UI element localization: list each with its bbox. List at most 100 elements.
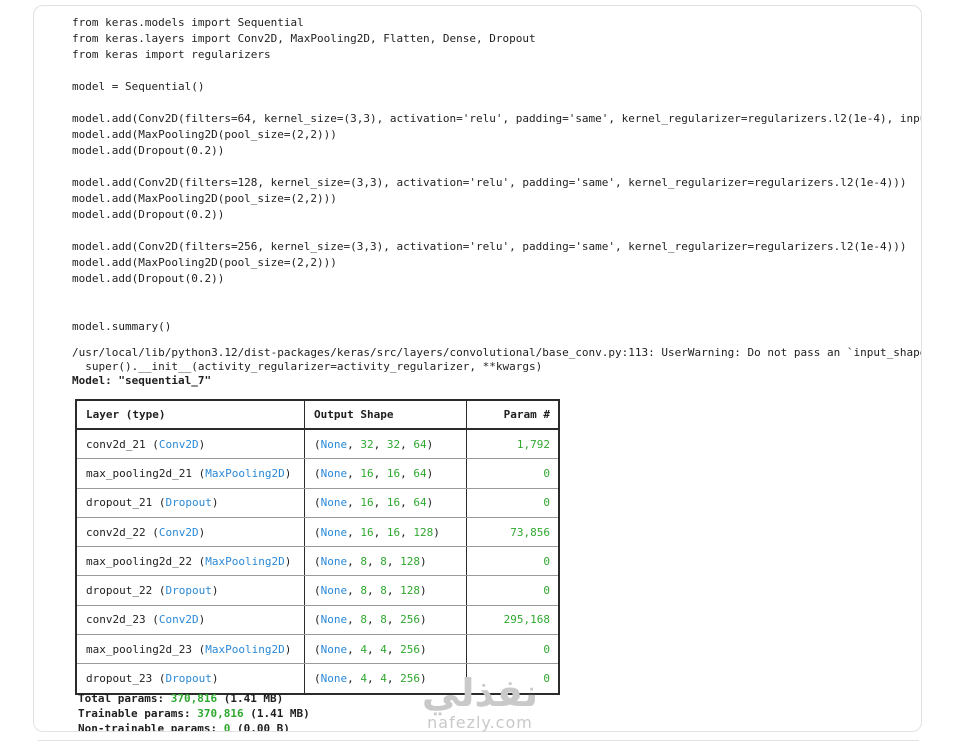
param-count: 0 [543, 554, 550, 568]
none-token: None [320, 437, 348, 451]
layer-type: MaxPooling2D [205, 554, 285, 568]
layer-type: Dropout [165, 672, 212, 686]
layer-name-cell: dropout_23 (Dropout) [77, 664, 305, 693]
param-cell: 0 [467, 459, 558, 487]
header-layer: Layer (type) [77, 401, 305, 428]
trainable-params: Trainable params: 370,816 (1.41 MB) [78, 707, 310, 720]
header-param: Param # [503, 408, 550, 421]
layer-row: conv2d_21 (Conv2D)(None, 32, 32, 64) 1,79… [77, 430, 558, 459]
shape-dims: 16, 16, 64 [360, 496, 427, 510]
code-line: model.add(Conv2D(filters=256, kernel_siz… [72, 240, 907, 253]
layer-name: dropout_21 [86, 496, 153, 510]
layer-name: max_pooling2d_22 [86, 554, 192, 568]
warning-line: /usr/local/lib/python3.12/dist-packages/… [72, 346, 921, 359]
layer-type: Dropout [165, 496, 212, 510]
output-shape-cell: (None, 4, 4, 256) [305, 635, 467, 664]
output-shape-cell: (None, 16, 16, 64) [305, 488, 467, 517]
code-line: model.summary() [72, 320, 172, 333]
code-line: model.add(Dropout(0.2)) [72, 208, 225, 221]
param-count: 1,792 [516, 437, 550, 451]
model-title: Model: "sequential_7" [72, 374, 212, 387]
layer-type: Conv2D [158, 437, 199, 451]
layer-name-cell: max_pooling2d_22 (MaxPooling2D) [77, 547, 305, 576]
code-line: from keras.layers import Conv2D, MaxPool… [72, 32, 536, 45]
layer-type: Conv2D [158, 613, 199, 627]
none-token: None [320, 466, 348, 480]
layer-row: max_pooling2d_21 (MaxPooling2D)(None, 16… [77, 458, 558, 488]
header-output-shape: Output Shape [305, 401, 467, 428]
output-shape-cell: (None, 8, 8, 128) [305, 576, 467, 605]
none-token: None [320, 642, 348, 656]
watermark-latin: nafezly.com [427, 713, 533, 732]
code-line: model.add(MaxPooling2D(pool_size=(2,2))) [72, 128, 337, 141]
param-cell: 0 [467, 489, 558, 517]
param-count: 295,168 [503, 613, 550, 627]
param-cell: 0 [467, 635, 558, 663]
divider [38, 740, 919, 741]
layer-type: Conv2D [158, 525, 199, 539]
param-cell: 73,856 [467, 518, 558, 546]
shape-dims: 8, 8, 256 [360, 613, 420, 627]
param-count: 73,856 [510, 525, 550, 539]
shape-dims: 16, 16, 128 [360, 525, 434, 539]
code-editor[interactable]: from keras.models import Sequential from … [72, 15, 921, 335]
layer-name: max_pooling2d_23 [86, 642, 192, 656]
param-count: 0 [543, 466, 550, 480]
code-line: model.add(MaxPooling2D(pool_size=(2,2))) [72, 192, 337, 205]
warning-line: super().__init__(activity_regularizer=ac… [72, 360, 543, 373]
output-shape-cell: (None, 16, 16, 64) [305, 459, 467, 488]
output-shape-cell: (None, 8, 8, 128) [305, 547, 467, 576]
summary-header-row: Layer (type) Output Shape Param # [77, 401, 558, 430]
code-line: model.add(Conv2D(filters=128, kernel_siz… [72, 176, 907, 189]
layer-name-cell: dropout_22 (Dropout) [77, 576, 305, 605]
param-cell: 0 [467, 547, 558, 575]
none-token: None [320, 584, 348, 598]
layer-type: MaxPooling2D [205, 466, 285, 480]
none-token: None [320, 672, 348, 686]
param-totals: Total params: 370,816 (1.41 MB) Trainabl… [78, 691, 310, 732]
layer-name: dropout_22 [86, 584, 153, 598]
layer-name-cell: conv2d_22 (Conv2D) [77, 517, 305, 547]
model-summary-table: Layer (type) Output Shape Param # conv2d… [75, 399, 560, 695]
shape-dims: 32, 32, 64 [360, 437, 427, 451]
layer-name: max_pooling2d_21 [86, 466, 192, 480]
none-token: None [320, 525, 348, 539]
layer-name-cell: max_pooling2d_21 (MaxPooling2D) [77, 459, 305, 488]
shape-dims: 8, 8, 128 [360, 554, 420, 568]
layer-row: max_pooling2d_22 (MaxPooling2D)(None, 8,… [77, 546, 558, 576]
layer-row: max_pooling2d_23 (MaxPooling2D)(None, 4,… [77, 634, 558, 664]
none-token: None [320, 613, 348, 627]
code-line: model.add(Dropout(0.2)) [72, 272, 225, 285]
code-line: model.add(Conv2D(filters=64, kernel_size… [72, 112, 921, 125]
shape-dims: 4, 4, 256 [360, 642, 420, 656]
param-count: 0 [543, 642, 550, 656]
layer-row: conv2d_23 (Conv2D)(None, 8, 8, 256) 295,1… [77, 604, 558, 635]
layer-row: dropout_21 (Dropout)(None, 16, 16, 64) 0 [77, 487, 558, 517]
code-line: from keras.models import Sequential [72, 16, 304, 29]
layer-name: conv2d_23 [86, 613, 146, 627]
code-line: model = Sequential() [72, 80, 205, 93]
total-params: Total params: 370,816 (1.41 MB) [78, 692, 284, 705]
non-trainable-params: Non-trainable params: 0 (0.00 B) [78, 722, 290, 732]
layer-name-cell: dropout_21 (Dropout) [77, 488, 305, 517]
watermark-logo: نفذلي nafezly.com [410, 672, 550, 742]
layer-row: conv2d_22 (Conv2D)(None, 16, 16, 128) 73,… [77, 516, 558, 547]
code-line: model.add(Dropout(0.2)) [72, 144, 225, 157]
layer-name-cell: conv2d_21 (Conv2D) [77, 430, 305, 459]
layer-name: conv2d_22 [86, 525, 146, 539]
code-line: from keras import regularizers [72, 48, 271, 61]
param-cell: 0 [467, 576, 558, 604]
code-line: model.add(MaxPooling2D(pool_size=(2,2))) [72, 256, 337, 269]
shape-dims: 16, 16, 64 [360, 466, 427, 480]
layer-name: conv2d_21 [86, 437, 146, 451]
layer-type: Dropout [165, 584, 212, 598]
param-count: 0 [543, 584, 550, 598]
notebook-cell[interactable]: from keras.models import Sequential from … [33, 5, 922, 732]
layer-row: dropout_22 (Dropout)(None, 8, 8, 128) 0 [77, 575, 558, 605]
none-token: None [320, 554, 348, 568]
